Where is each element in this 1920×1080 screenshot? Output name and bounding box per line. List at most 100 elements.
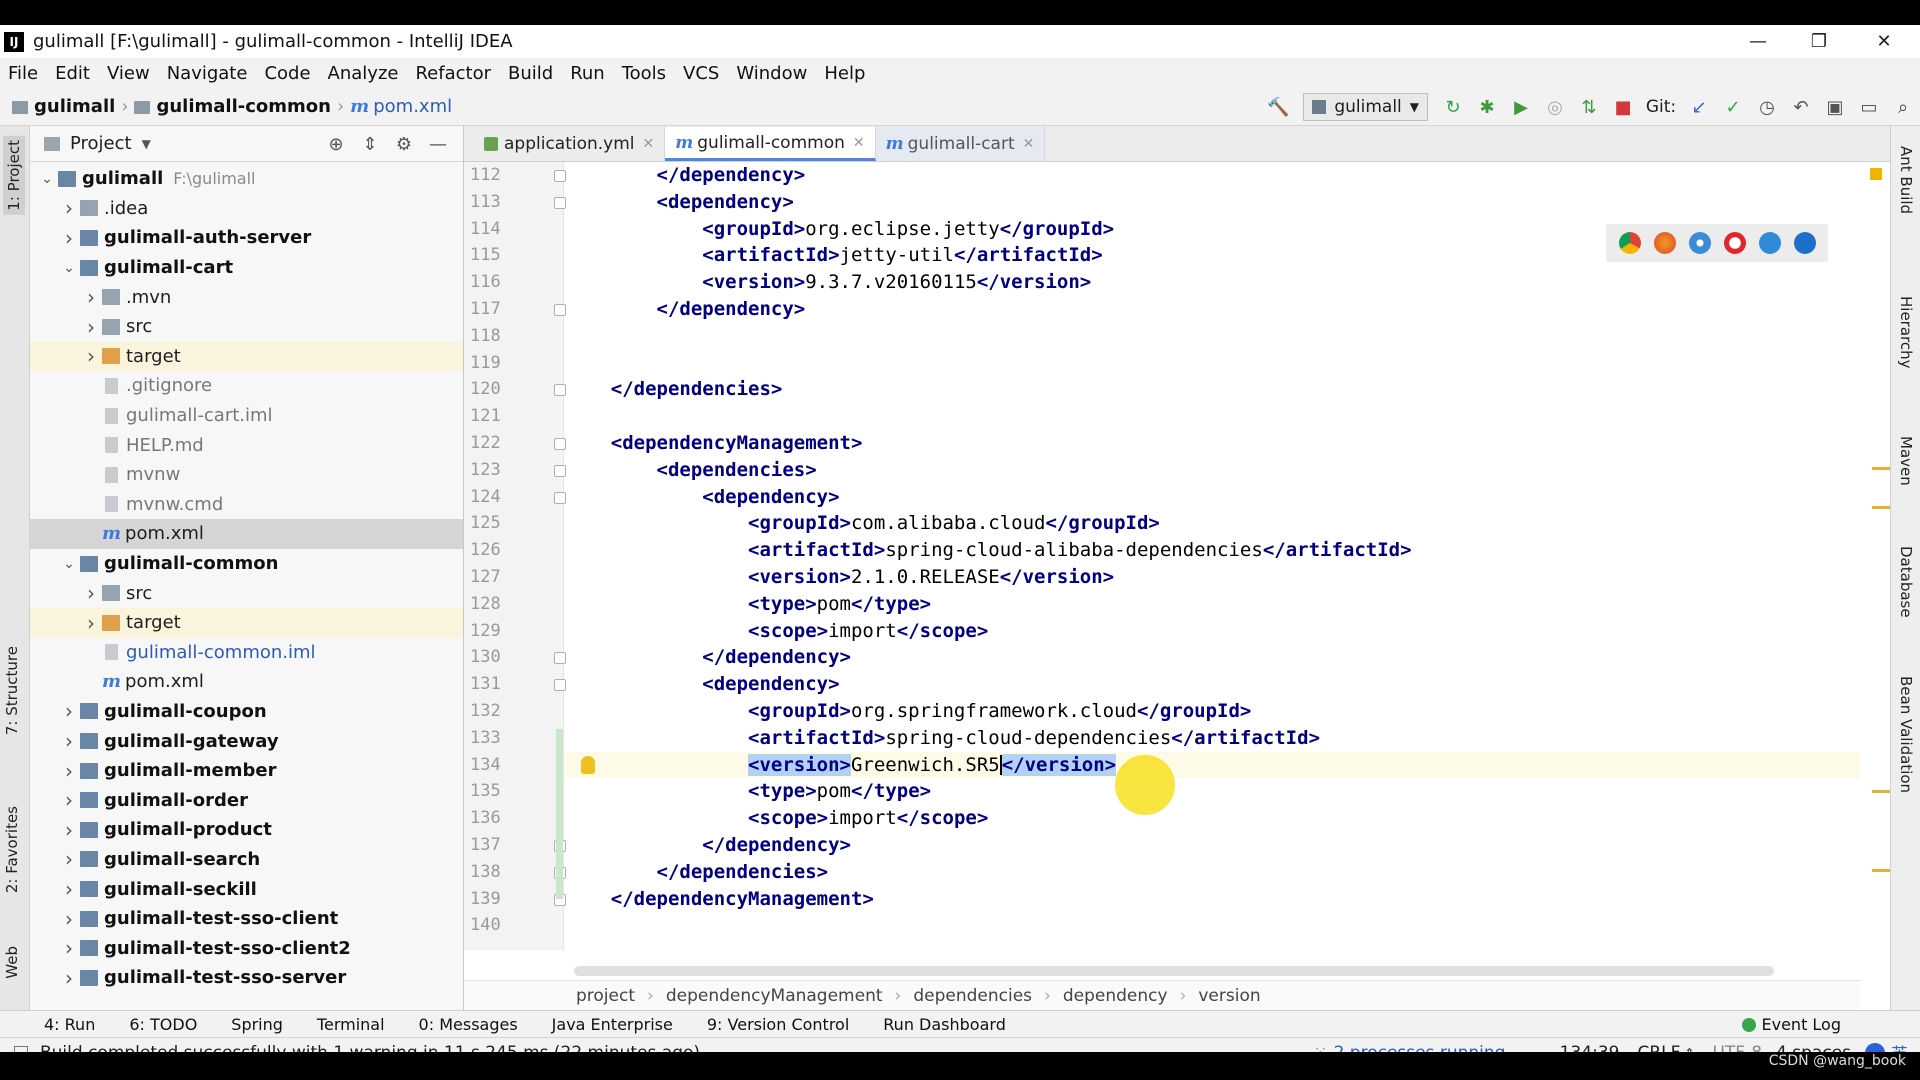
tree-item[interactable]: › src: [30, 578, 463, 608]
tab-application-yml[interactable]: application.yml ✕: [474, 127, 666, 161]
code-line[interactable]: <scope>import</scope>: [565, 618, 1860, 645]
edge-icon[interactable]: [1793, 232, 1816, 254]
chevron-down-icon[interactable]: ⌄: [58, 556, 80, 572]
minimize-button[interactable]: —: [1728, 25, 1788, 58]
chevron-right-icon[interactable]: ›: [58, 196, 80, 220]
rollback-icon[interactable]: ↶: [1784, 92, 1818, 122]
vcs-update-icon[interactable]: ↙: [1682, 92, 1716, 122]
code-line[interactable]: </dependency>: [565, 162, 1860, 189]
tool-tab-hierarchy[interactable]: Hierarchy: [1897, 296, 1915, 369]
tree-item[interactable]: › gulimall-test-sso-client2: [30, 933, 463, 963]
caret-position[interactable]: 134:39: [1560, 1043, 1620, 1053]
opera-icon[interactable]: [1723, 232, 1746, 254]
tree-item[interactable]: › gulimall-auth-server: [30, 223, 463, 253]
chrome-icon[interactable]: [1618, 232, 1641, 254]
locate-icon[interactable]: ⊕: [319, 134, 353, 155]
code-line[interactable]: </dependency>: [565, 296, 1860, 323]
menu-refactor[interactable]: Refactor: [415, 63, 491, 84]
code-line[interactable]: <dependencyManagement>: [565, 430, 1860, 457]
close-icon[interactable]: ✕: [1023, 136, 1035, 152]
restore-button[interactable]: ❐: [1789, 25, 1849, 58]
code-line[interactable]: <dependency>: [565, 189, 1860, 216]
line-number-gutter[interactable]: 112 113 114 115 116 117 118 119 120 121 122 123 124 1…: [464, 162, 566, 950]
tool-tab-ant-build[interactable]: Ant Build: [1897, 146, 1915, 214]
menu-code[interactable]: Code: [264, 63, 310, 84]
code-line[interactable]: <scope>import</scope>: [565, 805, 1860, 832]
file-encoding[interactable]: UTF-8: [1712, 1043, 1762, 1053]
menu-build[interactable]: Build: [508, 63, 553, 84]
rerun-icon[interactable]: ↻: [1436, 92, 1470, 122]
menu-view[interactable]: View: [107, 63, 150, 84]
tree-item[interactable]: m pom.xml: [30, 667, 463, 697]
menu-tools[interactable]: Tools: [622, 63, 666, 84]
intention-bulb-icon[interactable]: [581, 755, 595, 774]
presentation-icon[interactable]: ▭: [1852, 92, 1886, 122]
tool-run-dashboard[interactable]: Run Dashboard: [883, 1015, 1006, 1034]
chevron-right-icon[interactable]: ›: [58, 729, 80, 753]
error-stripe-mark[interactable]: [1872, 506, 1890, 509]
menu-help[interactable]: Help: [824, 63, 865, 84]
search-icon[interactable]: ⌕: [1886, 92, 1920, 122]
chevron-right-icon[interactable]: ›: [58, 788, 80, 812]
inspection-ok-icon[interactable]: [1870, 168, 1882, 180]
chevron-right-icon[interactable]: ›: [80, 315, 102, 339]
debug-icon[interactable]: ✱: [1470, 92, 1504, 122]
tool-java-enterprise[interactable]: Java Enterprise: [552, 1015, 673, 1034]
collapse-all-icon[interactable]: ⇕: [353, 134, 387, 155]
vcs-change-marker[interactable]: [556, 162, 563, 912]
chevron-down-icon[interactable]: ⌄: [58, 260, 80, 276]
xml-crumb-dependencies[interactable]: dependencies: [913, 986, 1032, 1006]
tree-item[interactable]: › gulimall-test-sso-server: [30, 963, 463, 993]
chevron-right-icon[interactable]: ›: [80, 285, 102, 309]
tree-item[interactable]: HELP.md: [30, 430, 463, 460]
tree-item[interactable]: › gulimall-search: [30, 845, 463, 875]
close-icon[interactable]: ✕: [853, 135, 865, 151]
tree-item[interactable]: ⌄ gulimall F:\gulimall: [30, 164, 463, 194]
code-line[interactable]: <groupId>com.alibaba.cloud</groupId>: [565, 510, 1860, 537]
error-stripe-mark[interactable]: [1872, 467, 1890, 470]
nav-crumb-file[interactable]: pom.xml: [373, 96, 452, 117]
code-line[interactable]: <artifactId>spring-cloud-alibaba-depende…: [565, 537, 1860, 564]
tool-terminal[interactable]: Terminal: [317, 1015, 385, 1034]
coverage-icon[interactable]: ▶: [1504, 92, 1538, 122]
nav-crumb-project[interactable]: gulimall: [34, 96, 115, 117]
code-line[interactable]: <artifactId>spring-cloud-dependencies</a…: [565, 725, 1860, 752]
code-line[interactable]: <version>Greenwich.SR5 </version>: [565, 751, 1860, 779]
tree-item[interactable]: › gulimall-gateway: [30, 726, 463, 756]
tool-tab-web[interactable]: Web: [3, 946, 21, 979]
code-line[interactable]: <dependencies>: [565, 457, 1860, 484]
ie-icon[interactable]: [1758, 232, 1781, 254]
tree-item[interactable]: mvnw: [30, 460, 463, 490]
code-line[interactable]: </dependencies>: [565, 376, 1860, 403]
background-tasks[interactable]: 2 processes running...: [1334, 1043, 1522, 1053]
tab-gulimall-cart[interactable]: m gulimall-cart ✕: [875, 127, 1046, 161]
tree-item[interactable]: › src: [30, 312, 463, 342]
chevron-right-icon[interactable]: ›: [58, 877, 80, 901]
update-running-icon[interactable]: ⇅: [1572, 92, 1606, 122]
run-configuration-select[interactable]: gulimall ▼: [1303, 93, 1428, 121]
code-line[interactable]: [565, 323, 1860, 350]
code-line[interactable]: [565, 350, 1860, 377]
line-separator[interactable]: CRLF: [1637, 1043, 1680, 1053]
event-log-button[interactable]: Event Log: [1741, 1015, 1876, 1034]
tool-tab-project[interactable]: 1: Project: [3, 136, 25, 215]
tree-item[interactable]: › gulimall-coupon: [30, 697, 463, 727]
tree-item[interactable]: .gitignore: [30, 371, 463, 401]
close-button[interactable]: ✕: [1854, 25, 1914, 58]
tree-item[interactable]: › target: [30, 607, 463, 638]
chevron-right-icon[interactable]: ›: [58, 759, 80, 783]
menu-run[interactable]: Run: [570, 63, 605, 84]
chevron-right-icon[interactable]: ›: [58, 699, 80, 723]
safari-icon[interactable]: [1688, 232, 1711, 254]
tool-version-control[interactable]: 9: Version Control: [707, 1015, 849, 1034]
error-stripe-mark[interactable]: [1872, 869, 1890, 872]
tool-tab-favorites[interactable]: 2: Favorites: [3, 806, 21, 893]
tree-item[interactable]: m pom.xml: [30, 519, 463, 549]
status-message[interactable]: Build completed successfully with 1 warn…: [40, 1043, 700, 1053]
code-editor[interactable]: </dependency> <dependency> <groupId>org.…: [565, 162, 1860, 950]
tool-tab-database[interactable]: Database: [1897, 546, 1915, 618]
stop-icon[interactable]: ■: [1606, 92, 1640, 122]
menu-file[interactable]: File: [8, 63, 38, 84]
vcs-history-icon[interactable]: ◷: [1750, 92, 1784, 122]
code-line[interactable]: <version>9.3.7.v20160115</version>: [565, 269, 1860, 296]
